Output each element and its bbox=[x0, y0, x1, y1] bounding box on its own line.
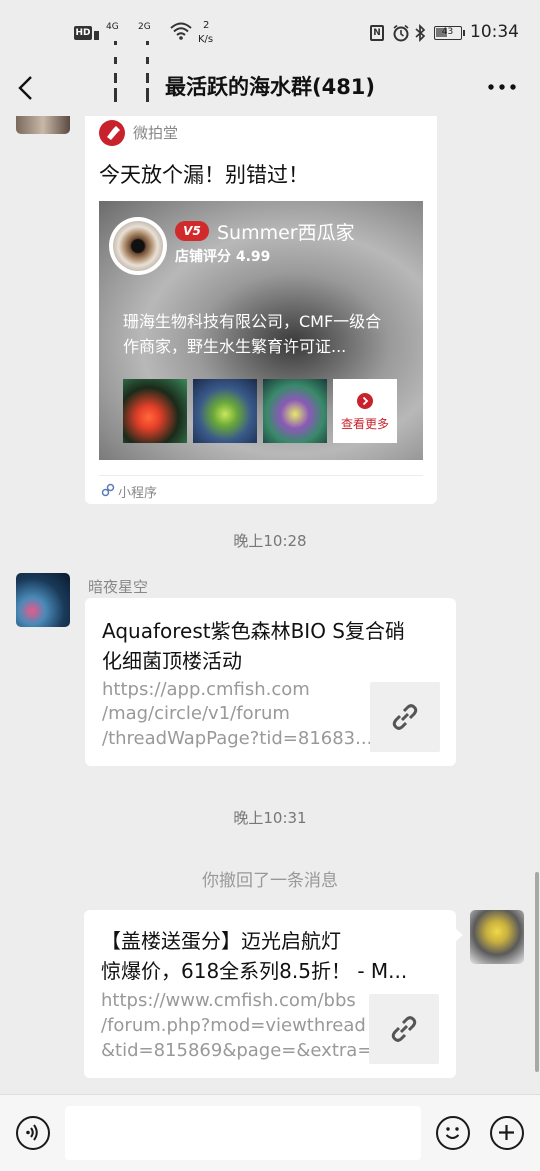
emoji-icon[interactable] bbox=[436, 1116, 470, 1150]
link-title-line2: 化细菌顶楼活动 bbox=[102, 649, 242, 673]
chevron-right-icon bbox=[357, 393, 373, 409]
input-bar bbox=[0, 1094, 540, 1171]
sender-avatar[interactable] bbox=[16, 573, 70, 627]
shop-rating: 店铺评分 4.99 bbox=[175, 249, 271, 265]
nfc-icon: N bbox=[370, 25, 384, 41]
battery-icon: 43 bbox=[434, 26, 462, 40]
source-name: 微拍堂 bbox=[133, 124, 179, 142]
timestamp: 晚上10:28 bbox=[233, 532, 307, 550]
status-bar: HD 4G 2G 2 K/s N 43 10:34 bbox=[0, 0, 540, 102]
sender-avatar-partial[interactable] bbox=[16, 116, 70, 134]
link-url-line1: https://www.cmfish.com/bbs bbox=[101, 990, 356, 1011]
link-thumbnail bbox=[370, 682, 440, 752]
link-card-self[interactable]: 【盖楼送蛋分】迈光启航灯 惊爆价，618全系列8.5折！ - M... http… bbox=[84, 910, 456, 1078]
view-more-label: 查看更多 bbox=[340, 417, 389, 431]
link-url-line3: &tid=815869&page=&extra=... bbox=[101, 1040, 390, 1061]
link-title-line1: 【盖楼送蛋分】迈光启航灯 bbox=[101, 929, 341, 953]
link-card[interactable]: Aquaforest紫色森林BIO S复合硝 化细菌顶楼活动 https://a… bbox=[85, 598, 456, 766]
weipaitang-logo-icon bbox=[99, 120, 125, 146]
chat-title: 最活跃的海水群(481) bbox=[164, 75, 376, 99]
coral-thumb-1[interactable] bbox=[123, 379, 187, 443]
divider bbox=[99, 475, 423, 476]
link-url-line2: /mag/circle/v1/forum bbox=[102, 703, 290, 724]
wifi-icon bbox=[170, 22, 192, 40]
network-speed-value: 2 bbox=[203, 20, 210, 31]
mini-program-card[interactable]: 微拍堂 今天放个漏！别错过！ V5 Summer西瓜家 店铺评分 4.99 珊海… bbox=[85, 116, 437, 504]
status-time: 10:34 bbox=[470, 22, 519, 42]
coral-thumb-2[interactable] bbox=[193, 379, 257, 443]
message-title: 今天放个漏！别错过！ bbox=[99, 163, 309, 187]
preview-image[interactable]: V5 Summer西瓜家 店铺评分 4.99 珊海生物科技有限公司，CMF一级合… bbox=[99, 201, 423, 460]
shop-name: Summer西瓜家 bbox=[217, 222, 355, 244]
self-avatar[interactable] bbox=[470, 910, 524, 964]
link-url-line3: /threadWapPage?tid=81683... bbox=[102, 728, 373, 749]
link-url-line2: /forum.php?mod=viewthread bbox=[101, 1015, 366, 1036]
link-thumbnail bbox=[369, 994, 439, 1064]
message-input[interactable] bbox=[65, 1106, 421, 1160]
title-bar: 最活跃的海水群(481) bbox=[0, 66, 540, 116]
network-speed-unit: K/s bbox=[198, 34, 214, 45]
link-icon bbox=[391, 1016, 417, 1042]
shop-avatar bbox=[109, 217, 167, 275]
voice-icon[interactable] bbox=[16, 1116, 50, 1150]
level-badge: V5 bbox=[175, 221, 209, 241]
battery-tip bbox=[463, 30, 465, 36]
shop-desc-line2: 作商家，野生水生繁育许可证... bbox=[123, 337, 347, 356]
battery-level: 43 bbox=[441, 27, 454, 37]
plus-icon[interactable] bbox=[490, 1116, 524, 1150]
timestamp: 晚上10:31 bbox=[233, 809, 307, 827]
hd-sub-icon bbox=[94, 31, 99, 40]
mini-program-icon bbox=[101, 483, 115, 497]
recall-notice: 你撤回了一条消息 bbox=[202, 871, 338, 891]
bluetooth-icon bbox=[415, 24, 426, 42]
shop-desc-line1: 珊海生物科技有限公司，CMF一级合 bbox=[123, 312, 382, 331]
more-dots-icon[interactable] bbox=[488, 82, 516, 92]
link-title-line2: 惊爆价，618全系列8.5折！ - M... bbox=[101, 959, 408, 983]
link-url-line1: https://app.cmfish.com bbox=[102, 679, 310, 700]
bubble-tail bbox=[455, 928, 463, 942]
scrollbar[interactable] bbox=[535, 872, 539, 1072]
alarm-icon bbox=[393, 24, 409, 42]
link-title-line1: Aquaforest紫色森林BIO S复合硝 bbox=[102, 619, 405, 643]
view-more-tile[interactable]: 查看更多 bbox=[333, 379, 397, 443]
sender-name: 暗夜星空 bbox=[88, 578, 149, 596]
coral-thumb-3[interactable] bbox=[263, 379, 327, 443]
link-icon bbox=[392, 704, 418, 730]
mini-program-label: 小程序 bbox=[118, 486, 158, 501]
hd-icon: HD bbox=[74, 26, 92, 40]
